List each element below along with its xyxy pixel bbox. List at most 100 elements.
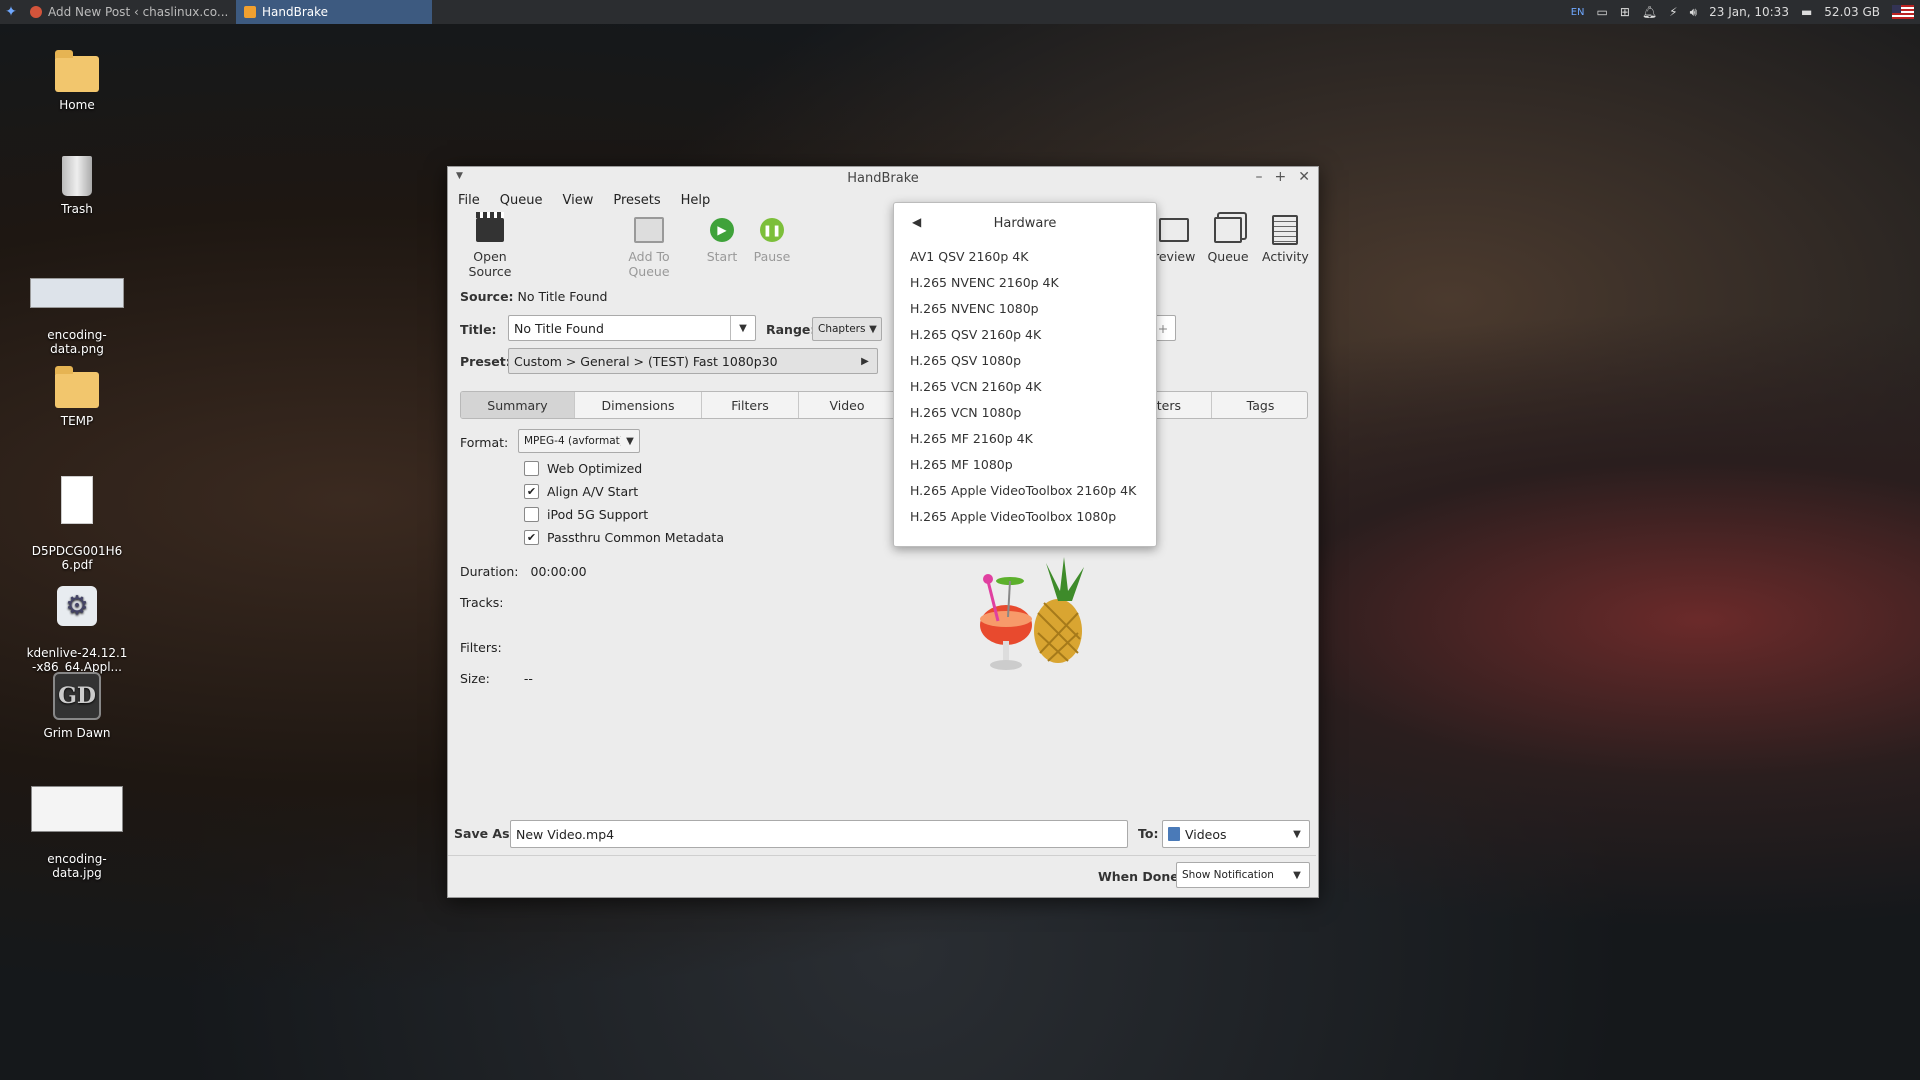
range-combo[interactable]: Chapters: ▼ [812,317,882,341]
menu-help[interactable]: Help [681,193,711,208]
add-queue-icon [634,217,664,243]
desktop-icon-kdenlive[interactable]: ⚙ kdenlive-24.12.1 -x86_64.Appl... [22,572,132,688]
desktop-icon-pdf[interactable]: D5PDCG001H6 6.pdf [22,462,132,586]
back-arrow-icon[interactable]: ◀ [912,215,921,229]
preset-item[interactable]: AV1 QSV 2160p 4K [894,243,1156,269]
disk-icon: ▬ [1800,5,1813,19]
activity-icon [1272,215,1298,245]
preset-item[interactable]: H.265 Apple VideoToolbox 1080p [894,503,1156,529]
queue-button[interactable]: Queue [1206,215,1250,264]
desktop-icon-temp[interactable]: TEMP [22,366,132,428]
popup-title: Hardware [993,215,1057,231]
pdf-document-icon [61,476,93,524]
window-titlebar[interactable]: ▼ HandBrake – + ✕ [448,167,1318,189]
preset-item[interactable]: H.265 QSV 1080p [894,347,1156,373]
start-menu-icon[interactable]: ✦ [0,0,22,24]
preset-selector[interactable]: Custom > General > (TEST) Fast 1080p30 ▶ [508,348,878,374]
menu-view[interactable]: View [562,193,593,208]
firefox-icon [30,6,42,18]
preset-item[interactable]: H.265 MF 2160p 4K [894,425,1156,451]
start-button[interactable]: ▶ Start [704,215,740,264]
ipod-5g-checkbox[interactable]: iPod 5G Support [524,507,648,522]
disk-free[interactable]: 52.03 GB [1824,5,1880,19]
grim-dawn-icon: GD [53,672,101,720]
desktop-icon-label: TEMP [60,414,94,428]
format-combo[interactable]: MPEG-4 (avformat) ▼ [518,429,640,453]
settings-tabs: Summary Dimensions Filters Video ters Ta… [460,391,1308,419]
destination-combo[interactable]: Videos ▼ [1162,820,1310,848]
tab-dimensions[interactable]: Dimensions [575,392,702,418]
handbrake-window: ▼ HandBrake – + ✕ File Queue View Preset… [447,166,1319,898]
preset-item[interactable]: H.265 Apple VideoToolbox 2160p 4K [894,477,1156,503]
duration-row: Duration: 00:00:00 [460,564,587,579]
task-firefox[interactable]: Add New Post ‹ chaslinux.co... [22,0,236,24]
menu-presets[interactable]: Presets [613,193,660,208]
queue-icon [1214,217,1242,243]
queue-label: Queue [1207,249,1249,264]
desktop-icon-home[interactable]: Home [22,50,132,112]
tab-summary[interactable]: Summary [461,392,575,418]
tab-filters[interactable]: Filters [702,392,799,418]
task-handbrake[interactable]: HandBrake [236,0,432,24]
source-row: Source: No Title Found [460,289,607,304]
desktop-icon-label: encoding- data.jpg [47,852,107,880]
menu-queue[interactable]: Queue [500,193,543,208]
title-label: Title: [460,322,497,337]
volume-icon[interactable]: 🔊︎ [1690,5,1698,20]
desktop-icon-grim-dawn[interactable]: GD Grim Dawn [22,672,132,740]
power-icon[interactable]: ⚡︎ [1669,5,1677,19]
tracks-label: Tracks: [460,595,504,610]
handbrake-icon [244,6,256,18]
desktop-icon-label: D5PDCG001H6 6.pdf [31,544,123,572]
checkbox-box [524,461,539,476]
maximize-icon[interactable]: + [1275,169,1287,185]
preview-button[interactable]: review [1154,215,1195,264]
notification-bell-icon[interactable]: 🔔︎ [1642,5,1657,19]
network-icon[interactable]: ⊞ [1620,5,1630,19]
keyboard-layout[interactable]: EN [1571,7,1585,18]
clock[interactable]: 23 Jan, 10:33 [1709,5,1789,19]
save-as-input[interactable]: New Video.mp4 [510,820,1128,848]
open-source-label: Open Source [468,249,512,279]
open-source-button[interactable]: Open Source [458,212,522,279]
desktop-icon-trash[interactable]: Trash [22,156,132,216]
preset-item[interactable]: H.265 MF 1080p [894,451,1156,477]
toolbar: Open Source Add To Queue ▶ Start ❚❚ Paus… [448,211,1318,279]
when-done-label: When Done: [1098,869,1184,884]
home-folder-icon [55,50,99,92]
range-label: Range: [766,322,816,337]
preset-item[interactable]: H.265 VCN 1080p [894,399,1156,425]
align-av-start-checkbox[interactable]: ✔ Align A/V Start [524,484,638,499]
web-optimized-checkbox[interactable]: Web Optimized [524,461,642,476]
flag-icon[interactable] [1892,5,1914,19]
activity-button[interactable]: Activity [1262,215,1309,264]
desktop-icon-encoding-png[interactable]: encoding- data.png [22,264,132,370]
desktop-icon-encoding-jpg[interactable]: encoding- data.jpg [22,772,132,894]
preset-item[interactable]: H.265 NVENC 1080p [894,295,1156,321]
tab-tags[interactable]: Tags [1212,392,1307,418]
to-label: To: [1138,826,1159,841]
tab-video[interactable]: Video [799,392,896,418]
pause-icon: ❚❚ [760,218,784,242]
when-done-combo[interactable]: Show Notification ▼ [1176,862,1310,888]
preset-item[interactable]: H.265 NVENC 2160p 4K [894,269,1156,295]
title-combo[interactable]: No Title Found ▼ [508,315,756,341]
preset-item[interactable]: H.265 VCN 2160p 4K [894,373,1156,399]
preset-label: Preset: [460,354,511,369]
passthru-metadata-checkbox[interactable]: ✔ Passthru Common Metadata [524,530,724,545]
folder-icon [1168,827,1180,841]
add-to-queue-button[interactable]: Add To Queue [608,215,690,279]
format-label: Format: [460,435,509,450]
close-icon[interactable]: ✕ [1298,169,1310,185]
image-thumbnail-icon [31,786,123,832]
preset-item[interactable]: H.265 QSV 2160p 4K [894,321,1156,347]
window-menu-icon[interactable]: ▼ [456,171,463,181]
display-icon[interactable]: ▭ [1597,5,1608,19]
desktop-icon-label: kdenlive-24.12.1 -x86_64.Appl... [26,646,128,674]
when-done-value: Show Notification [1182,869,1274,881]
minimize-icon[interactable]: – [1256,169,1263,185]
checkbox-label: Web Optimized [547,461,643,476]
pause-button[interactable]: ❚❚ Pause [752,215,792,264]
menu-file[interactable]: File [458,193,480,208]
system-tray: EN ▭ ⊞ 🔔︎ ⚡︎ 🔊︎ 23 Jan, 10:33 ▬ 52.03 GB [1571,0,1920,24]
